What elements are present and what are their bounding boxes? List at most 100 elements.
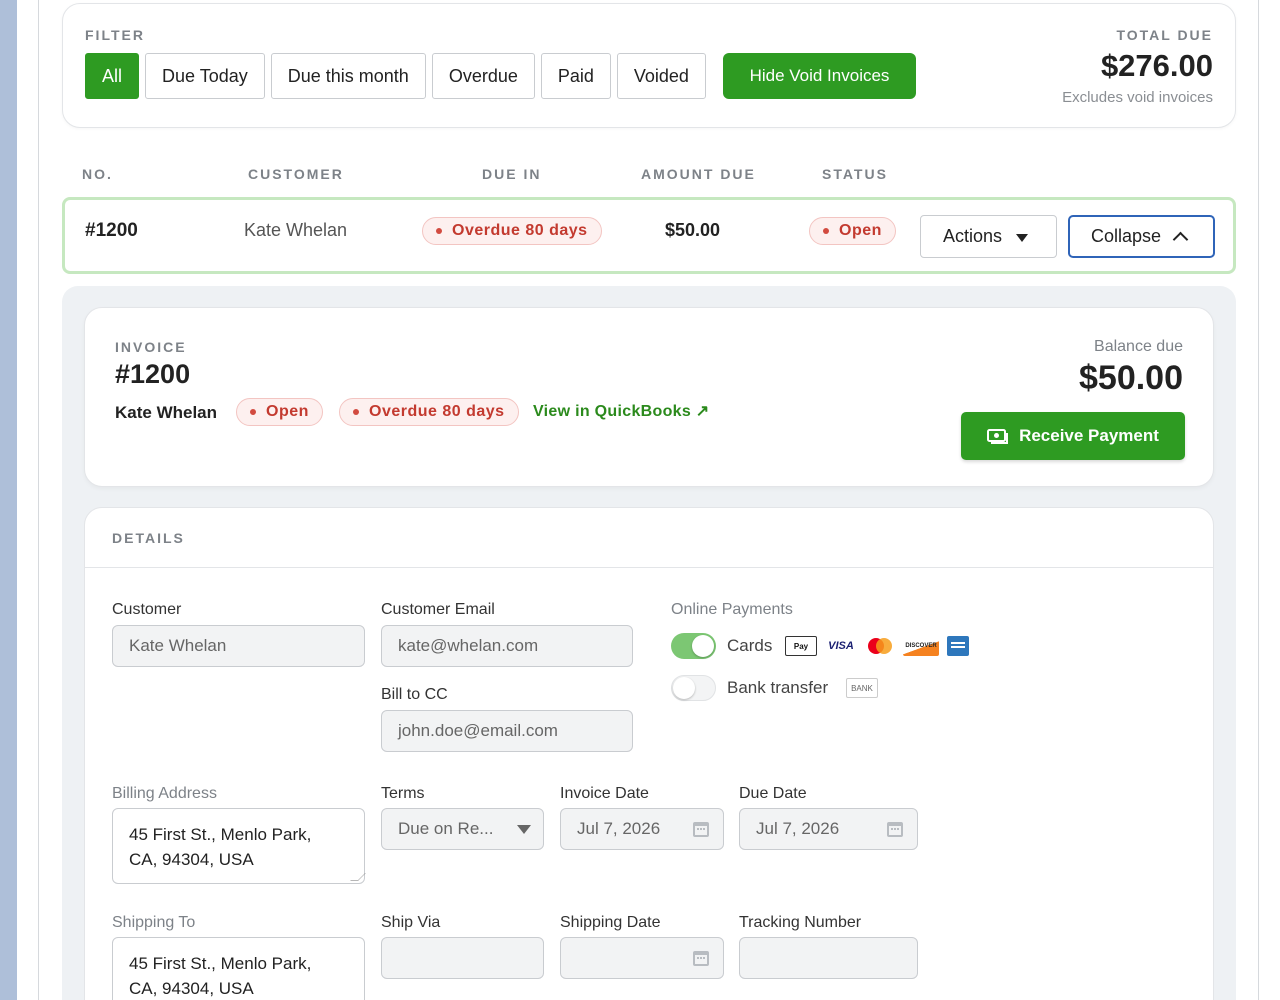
filter-due-this-month-button[interactable]: Due this month	[270, 53, 426, 99]
column-header-due-in: DUE IN	[482, 166, 542, 182]
receive-payment-label: Receive Payment	[1019, 426, 1159, 445]
terms-label: Terms	[381, 785, 425, 802]
toggle-knob	[692, 635, 714, 657]
row-status-text: Open	[839, 222, 882, 239]
mastercard-icon	[865, 636, 895, 656]
row-due-badge: Overdue 80 days	[422, 217, 602, 245]
shipping-date-field[interactable]	[560, 937, 724, 979]
cash-icon	[987, 429, 1009, 444]
tracking-number-field[interactable]	[739, 937, 918, 979]
ship-via-label: Ship Via	[381, 914, 441, 931]
filter-card: FILTER All Due Today Due this month Over…	[62, 3, 1236, 128]
row-invoice-number: #1200	[85, 220, 138, 241]
bill-to-cc-label: Bill to CC	[381, 686, 448, 703]
terms-select[interactable]: Due on Re...	[381, 808, 544, 850]
status-dot-icon	[353, 409, 359, 415]
tracking-number-label: Tracking Number	[739, 914, 862, 931]
status-dot-icon	[250, 409, 256, 415]
billing-line-2: CA, 94304, USA	[129, 850, 254, 869]
collapse-label: Collapse	[1091, 226, 1162, 246]
bank-transfer-label: Bank transfer	[727, 678, 829, 697]
ship-via-field[interactable]	[381, 937, 544, 979]
customer-label: Customer	[112, 601, 182, 618]
shipping-line-2: CA, 94304, USA	[129, 979, 254, 998]
collapse-button[interactable]: Collapse	[1068, 215, 1215, 258]
balance-due-value: $50.00	[1079, 359, 1183, 397]
invoice-date-label: Invoice Date	[560, 785, 649, 802]
calendar-icon	[693, 822, 709, 837]
details-card: DETAILS Customer Kate Whelan Customer Em…	[84, 507, 1214, 1000]
calendar-icon	[887, 822, 903, 837]
column-header-status: STATUS	[822, 166, 888, 182]
row-customer: Kate Whelan	[244, 220, 348, 240]
total-due-value: $276.00	[1100, 48, 1213, 83]
filter-voided-button[interactable]: Voided	[616, 53, 706, 99]
view-in-quickbooks-link[interactable]: View in QuickBooks ↗	[533, 401, 710, 421]
row-status-badge: Open	[809, 217, 896, 245]
table-row[interactable]: #1200 Kate Whelan Overdue 80 days $50.00…	[62, 197, 1236, 274]
calendar-icon	[693, 951, 709, 966]
invoice-expanded-panel: INVOICE #1200 Kate Whelan Open Overdue 8…	[62, 286, 1236, 1000]
receive-payment-button[interactable]: Receive Payment	[961, 412, 1185, 460]
bank-transfer-toggle[interactable]	[671, 675, 716, 701]
total-due-label: TOTAL DUE	[1116, 27, 1213, 43]
cards-toggle[interactable]	[671, 633, 716, 659]
filter-label: FILTER	[85, 27, 145, 43]
row-due-text: Overdue 80 days	[452, 222, 588, 239]
invoice-status-badge: Open	[236, 398, 323, 426]
shipping-date-label: Shipping Date	[560, 914, 661, 931]
due-date-label: Due Date	[739, 785, 807, 802]
invoice-date-value: Jul 7, 2026	[577, 819, 661, 838]
column-header-no: NO.	[82, 166, 113, 182]
column-header-amount-due: AMOUNT DUE	[641, 166, 756, 182]
invoice-summary-card: INVOICE #1200 Kate Whelan Open Overdue 8…	[84, 307, 1214, 487]
shipping-line-1: 45 First St., Menlo Park,	[129, 954, 312, 973]
customer-field[interactable]: Kate Whelan	[112, 625, 365, 667]
invoice-label: INVOICE	[115, 339, 187, 355]
bank-icon: BANK	[846, 678, 878, 698]
visa-icon: VISA	[828, 640, 854, 652]
filter-due-today-button[interactable]: Due Today	[145, 53, 265, 99]
hide-void-invoices-button[interactable]: Hide Void Invoices	[723, 53, 916, 99]
billing-address-label: Billing Address	[112, 785, 217, 802]
toggle-knob	[673, 677, 695, 699]
apple-pay-icon: Pay	[785, 636, 817, 656]
due-date-field[interactable]: Jul 7, 2026	[739, 808, 918, 850]
cards-label: Cards	[727, 636, 773, 655]
chevron-up-icon	[1172, 231, 1189, 248]
actions-label: Actions	[943, 226, 1003, 246]
column-header-customer: CUSTOMER	[248, 166, 344, 182]
filter-paid-button[interactable]: Paid	[540, 53, 611, 99]
invoice-date-field[interactable]: Jul 7, 2026	[560, 808, 724, 850]
invoice-status-text: Open	[266, 403, 309, 420]
invoice-number: #1200	[115, 359, 191, 389]
total-due-note: Excludes void invoices	[1062, 89, 1213, 106]
status-dot-icon	[436, 228, 442, 234]
invoice-overdue-text: Overdue 80 days	[369, 403, 505, 420]
shipping-to-label: Shipping To	[112, 914, 196, 931]
balance-due-label: Balance due	[1094, 338, 1183, 355]
invoice-customer: Kate Whelan	[115, 403, 218, 422]
caret-down-icon	[517, 825, 531, 834]
bill-to-cc-field[interactable]: john.doe@email.com	[381, 710, 633, 752]
customer-email-label: Customer Email	[381, 601, 495, 618]
status-dot-icon	[823, 228, 829, 234]
invoice-overdue-badge: Overdue 80 days	[339, 398, 519, 426]
customer-email-field[interactable]: kate@whelan.com	[381, 625, 633, 667]
terms-value: Due on Re...	[398, 819, 494, 838]
actions-dropdown-button[interactable]: Actions	[920, 215, 1057, 258]
discover-icon: DISCOVER	[903, 636, 939, 656]
filter-overdue-button[interactable]: Overdue	[431, 53, 535, 99]
left-sidebar-strip	[0, 0, 17, 1000]
caret-down-icon	[1016, 233, 1029, 242]
filter-button-group: All Due Today Due this month Overdue Pai…	[85, 53, 706, 99]
billing-address-field[interactable]: 45 First St., Menlo Park, CA, 94304, USA	[112, 808, 366, 884]
amex-icon	[947, 636, 969, 656]
row-amount: $50.00	[665, 220, 721, 240]
filter-all-button[interactable]: All	[85, 53, 140, 99]
billing-line-1: 45 First St., Menlo Park,	[129, 825, 312, 844]
due-date-value: Jul 7, 2026	[756, 819, 840, 838]
details-title: DETAILS	[85, 508, 1213, 568]
resize-handle-icon[interactable]	[350, 873, 366, 881]
shipping-address-field[interactable]: 45 First St., Menlo Park, CA, 94304, USA	[112, 937, 365, 1000]
